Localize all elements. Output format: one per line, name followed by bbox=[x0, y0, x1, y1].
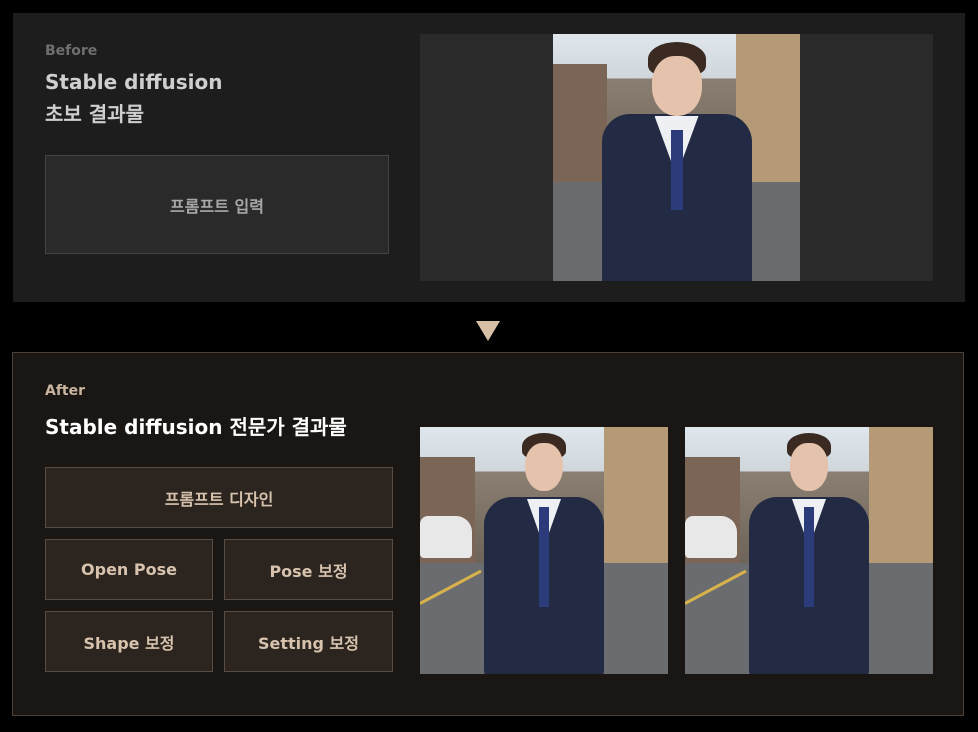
shape-fix-button[interactable]: Shape 보정 bbox=[45, 611, 213, 672]
after-tag: After bbox=[45, 383, 86, 399]
pose-fix-button[interactable]: Pose 보정 bbox=[224, 539, 393, 600]
open-pose-button[interactable]: Open Pose bbox=[45, 539, 213, 600]
before-result-image bbox=[420, 34, 933, 281]
setting-fix-button[interactable]: Setting 보정 bbox=[224, 611, 393, 672]
before-tag: Before bbox=[45, 43, 98, 59]
before-image-photo bbox=[553, 34, 800, 281]
prompt-input-button[interactable]: 프롬프트 입력 bbox=[45, 155, 389, 254]
after-title: Stable diffusion 전문가 결과물 bbox=[45, 415, 347, 439]
before-title-line2: 초보 결과물 bbox=[45, 102, 144, 126]
down-arrow-icon bbox=[476, 321, 500, 341]
before-image-right-blur bbox=[800, 34, 933, 281]
after-result-image-1 bbox=[420, 427, 668, 674]
prompt-design-button[interactable]: 프롬프트 디자인 bbox=[45, 467, 393, 528]
before-panel: Before Stable diffusion 초보 결과물 프롬프트 입력 bbox=[13, 13, 965, 302]
after-result-image-2 bbox=[685, 427, 933, 674]
before-title-line1: Stable diffusion bbox=[45, 70, 223, 94]
before-title: Stable diffusion 초보 결과물 bbox=[45, 66, 223, 130]
before-image-left-blur bbox=[420, 34, 553, 281]
after-panel: After Stable diffusion 전문가 결과물 프롬프트 디자인 … bbox=[12, 352, 964, 716]
